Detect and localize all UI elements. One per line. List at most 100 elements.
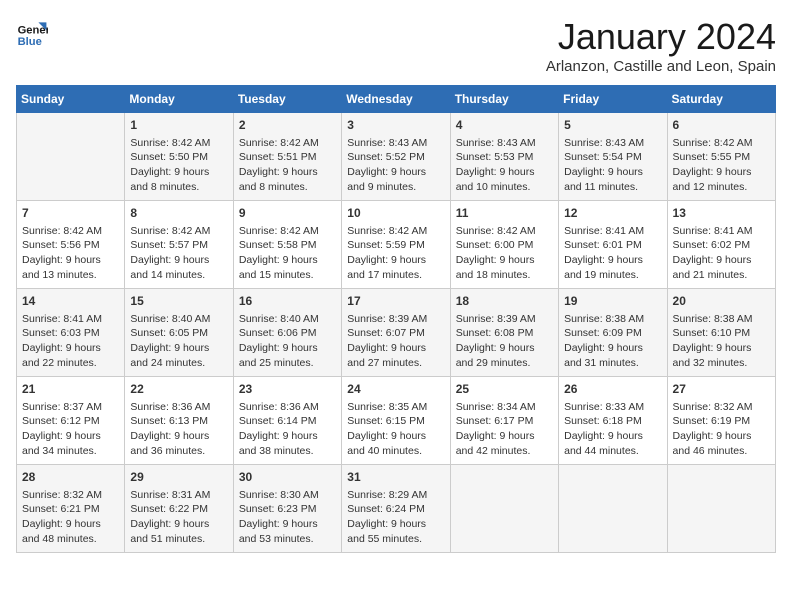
day-info: Sunrise: 8:32 AM Sunset: 6:21 PM Dayligh… [22,488,119,547]
calendar-cell: 11Sunrise: 8:42 AM Sunset: 6:00 PM Dayli… [450,201,558,289]
calendar-header-row: SundayMondayTuesdayWednesdayThursdayFrid… [17,86,776,113]
calendar-cell: 23 Sunrise: 8:36 AM Sunset: 6:14 PM Dayli… [233,377,341,465]
calendar-cell: 3 Sunrise: 8:43 AM Sunset: 5:52 PM Daylig… [342,113,450,201]
day-number: 15 [130,293,227,310]
day-number: 13 [673,205,770,222]
day-info: Sunrise: 8:40 AM Sunset: 6:05 PM Dayligh… [130,312,227,371]
calendar-subtitle: Arlanzon, Castille and Leon, Spain [546,58,776,75]
calendar-week-row: 7Sunrise: 8:42 AM Sunset: 5:56 PM Daylig… [17,201,776,289]
day-info: Sunrise: 8:39 AM Sunset: 6:08 PM Dayligh… [456,312,553,371]
header-cell-sunday: Sunday [17,86,125,113]
calendar-cell: 15 Sunrise: 8:40 AM Sunset: 6:05 PM Dayli… [125,289,233,377]
day-number: 1 [130,117,227,134]
day-number: 19 [564,293,661,310]
calendar-cell: 1 Sunrise: 8:42 AM Sunset: 5:50 PM Daylig… [125,113,233,201]
day-info: Sunrise: 8:43 AM Sunset: 5:52 PM Dayligh… [347,136,444,195]
calendar-cell: 4Sunrise: 8:43 AM Sunset: 5:53 PM Daylig… [450,113,558,201]
day-info: Sunrise: 8:41 AM Sunset: 6:03 PM Dayligh… [22,312,119,371]
calendar-cell: 7Sunrise: 8:42 AM Sunset: 5:56 PM Daylig… [17,201,125,289]
day-info: Sunrise: 8:42 AM Sunset: 5:55 PM Dayligh… [673,136,770,195]
day-number: 4 [456,117,553,134]
day-number: 31 [347,469,444,486]
calendar-cell: 8 Sunrise: 8:42 AM Sunset: 5:57 PM Daylig… [125,201,233,289]
day-number: 29 [130,469,227,486]
day-number: 2 [239,117,336,134]
calendar-cell: 27 Sunrise: 8:32 AM Sunset: 6:19 PM Dayli… [667,377,775,465]
day-number: 25 [456,381,553,398]
day-number: 6 [673,117,770,134]
calendar-cell: 31 Sunrise: 8:29 AM Sunset: 6:24 PM Dayli… [342,465,450,553]
calendar-week-row: 14Sunrise: 8:41 AM Sunset: 6:03 PM Dayli… [17,289,776,377]
day-number: 23 [239,381,336,398]
calendar-cell: 29 Sunrise: 8:31 AM Sunset: 6:22 PM Dayli… [125,465,233,553]
calendar-cell: 14Sunrise: 8:41 AM Sunset: 6:03 PM Dayli… [17,289,125,377]
day-info: Sunrise: 8:36 AM Sunset: 6:14 PM Dayligh… [239,400,336,459]
day-info: Sunrise: 8:32 AM Sunset: 6:19 PM Dayligh… [673,400,770,459]
header-cell-thursday: Thursday [450,86,558,113]
calendar-cell: 21 Sunrise: 8:37 AM Sunset: 6:12 PM Dayli… [17,377,125,465]
logo: General Blue [16,16,48,48]
day-number: 22 [130,381,227,398]
calendar-cell: 2Sunrise: 8:42 AM Sunset: 5:51 PM Daylig… [233,113,341,201]
calendar-cell: 30 Sunrise: 8:30 AM Sunset: 6:23 PM Dayli… [233,465,341,553]
day-number: 20 [673,293,770,310]
calendar-body: 1 Sunrise: 8:42 AM Sunset: 5:50 PM Daylig… [17,113,776,553]
day-info: Sunrise: 8:42 AM Sunset: 5:59 PM Dayligh… [347,224,444,283]
day-number: 8 [130,205,227,222]
header-cell-monday: Monday [125,86,233,113]
calendar-cell: 5 Sunrise: 8:43 AM Sunset: 5:54 PM Daylig… [559,113,667,201]
day-info: Sunrise: 8:42 AM Sunset: 5:50 PM Dayligh… [130,136,227,195]
day-info: Sunrise: 8:35 AM Sunset: 6:15 PM Dayligh… [347,400,444,459]
day-info: Sunrise: 8:33 AM Sunset: 6:18 PM Dayligh… [564,400,661,459]
day-number: 3 [347,117,444,134]
header-cell-tuesday: Tuesday [233,86,341,113]
day-info: Sunrise: 8:34 AM Sunset: 6:17 PM Dayligh… [456,400,553,459]
day-info: Sunrise: 8:43 AM Sunset: 5:54 PM Dayligh… [564,136,661,195]
day-info: Sunrise: 8:29 AM Sunset: 6:24 PM Dayligh… [347,488,444,547]
day-number: 16 [239,293,336,310]
day-info: Sunrise: 8:41 AM Sunset: 6:02 PM Dayligh… [673,224,770,283]
day-number: 12 [564,205,661,222]
day-number: 11 [456,205,553,222]
day-info: Sunrise: 8:42 AM Sunset: 5:58 PM Dayligh… [239,224,336,283]
title-block: January 2024 Arlanzon, Castille and Leon… [546,16,776,75]
calendar-cell: 26 Sunrise: 8:33 AM Sunset: 6:18 PM Dayli… [559,377,667,465]
day-number: 18 [456,293,553,310]
calendar-cell: 13 Sunrise: 8:41 AM Sunset: 6:02 PM Dayli… [667,201,775,289]
header-cell-wednesday: Wednesday [342,86,450,113]
calendar-cell: 17 Sunrise: 8:39 AM Sunset: 6:07 PM Dayli… [342,289,450,377]
day-info: Sunrise: 8:31 AM Sunset: 6:22 PM Dayligh… [130,488,227,547]
day-info: Sunrise: 8:30 AM Sunset: 6:23 PM Dayligh… [239,488,336,547]
calendar-cell: 22 Sunrise: 8:36 AM Sunset: 6:13 PM Dayli… [125,377,233,465]
logo-icon: General Blue [16,16,48,48]
calendar-cell: 24Sunrise: 8:35 AM Sunset: 6:15 PM Dayli… [342,377,450,465]
day-info: Sunrise: 8:42 AM Sunset: 5:57 PM Dayligh… [130,224,227,283]
day-number: 17 [347,293,444,310]
calendar-cell: 6 Sunrise: 8:42 AM Sunset: 5:55 PM Daylig… [667,113,775,201]
day-number: 26 [564,381,661,398]
calendar-cell: 9 Sunrise: 8:42 AM Sunset: 5:58 PM Daylig… [233,201,341,289]
day-number: 9 [239,205,336,222]
day-info: Sunrise: 8:39 AM Sunset: 6:07 PM Dayligh… [347,312,444,371]
calendar-cell [559,465,667,553]
calendar-cell: 12 Sunrise: 8:41 AM Sunset: 6:01 PM Dayli… [559,201,667,289]
calendar-cell: 25 Sunrise: 8:34 AM Sunset: 6:17 PM Dayli… [450,377,558,465]
header-cell-saturday: Saturday [667,86,775,113]
calendar-cell: 18 Sunrise: 8:39 AM Sunset: 6:08 PM Dayli… [450,289,558,377]
day-info: Sunrise: 8:40 AM Sunset: 6:06 PM Dayligh… [239,312,336,371]
calendar-week-row: 28 Sunrise: 8:32 AM Sunset: 6:21 PM Dayli… [17,465,776,553]
day-info: Sunrise: 8:38 AM Sunset: 6:09 PM Dayligh… [564,312,661,371]
day-info: Sunrise: 8:41 AM Sunset: 6:01 PM Dayligh… [564,224,661,283]
day-number: 10 [347,205,444,222]
day-number: 28 [22,469,119,486]
day-info: Sunrise: 8:36 AM Sunset: 6:13 PM Dayligh… [130,400,227,459]
day-number: 27 [673,381,770,398]
day-info: Sunrise: 8:37 AM Sunset: 6:12 PM Dayligh… [22,400,119,459]
calendar-week-row: 21 Sunrise: 8:37 AM Sunset: 6:12 PM Dayli… [17,377,776,465]
calendar-cell [667,465,775,553]
day-number: 30 [239,469,336,486]
calendar-cell: 28 Sunrise: 8:32 AM Sunset: 6:21 PM Dayli… [17,465,125,553]
day-number: 21 [22,381,119,398]
day-number: 5 [564,117,661,134]
day-info: Sunrise: 8:42 AM Sunset: 5:56 PM Dayligh… [22,224,119,283]
